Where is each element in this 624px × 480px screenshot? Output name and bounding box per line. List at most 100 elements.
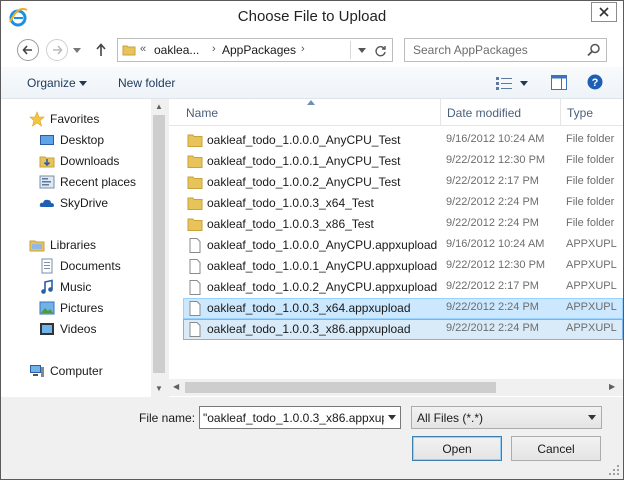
navigation-pane: Favorites Desktop Downloads Recent place… bbox=[1, 99, 167, 397]
forward-arrow-icon bbox=[53, 45, 63, 55]
file-row[interactable]: oakleaf_todo_1.0.0.2_AnyCPU.appxupload 9… bbox=[183, 277, 623, 298]
command-bar: Organize New folder ? bbox=[1, 67, 623, 99]
file-row[interactable]: oakleaf_todo_1.0.0.0_AnyCPU_Test 9/16/20… bbox=[183, 130, 623, 151]
nav-pictures[interactable]: Pictures bbox=[1, 298, 151, 318]
downloads-icon bbox=[39, 156, 55, 168]
forward-button[interactable] bbox=[46, 39, 68, 61]
history-dropdown-icon[interactable] bbox=[73, 48, 81, 53]
nav-label: Downloads bbox=[60, 154, 120, 168]
back-button[interactable] bbox=[17, 39, 39, 61]
nav-label: Computer bbox=[50, 364, 103, 378]
chevron-down-icon[interactable] bbox=[520, 81, 528, 86]
chevron-down-icon bbox=[388, 415, 396, 420]
up-button[interactable] bbox=[93, 41, 109, 59]
file-row[interactable]: oakleaf_todo_1.0.0.3_x64_Test 9/22/2012 … bbox=[183, 193, 623, 214]
file-row-selected[interactable]: oakleaf_todo_1.0.0.3_x64.appxupload 9/22… bbox=[183, 298, 623, 319]
file-row[interactable]: oakleaf_todo_1.0.0.1_AnyCPU.appxupload 9… bbox=[183, 256, 623, 277]
folder-icon bbox=[187, 134, 203, 147]
scroll-up-icon[interactable]: ▲ bbox=[155, 102, 163, 111]
file-date: 9/22/2012 2:24 PM bbox=[446, 322, 539, 334]
nav-recent-places[interactable]: Recent places bbox=[1, 172, 151, 192]
nav-label: Videos bbox=[60, 322, 97, 336]
sort-ascending-icon bbox=[307, 100, 315, 105]
nav-label: Pictures bbox=[60, 301, 104, 315]
file-icon bbox=[189, 280, 201, 295]
file-type: File folder bbox=[566, 217, 615, 229]
address-overflow[interactable]: « bbox=[140, 43, 146, 55]
file-name: oakleaf_todo_1.0.0.3_x86.appxupload bbox=[207, 322, 411, 336]
file-name-field[interactable]: "oakleaf_todo_1.0.0.3_x86.appxupl bbox=[199, 406, 401, 429]
preview-pane-icon[interactable] bbox=[551, 75, 567, 90]
nav-documents[interactable]: Documents bbox=[1, 256, 151, 276]
file-date: 9/22/2012 2:17 PM bbox=[446, 280, 539, 292]
column-type[interactable]: Type bbox=[567, 106, 593, 120]
file-date: 9/16/2012 10:24 AM bbox=[446, 133, 545, 145]
resize-grip-icon[interactable] bbox=[608, 464, 620, 476]
file-row[interactable]: oakleaf_todo_1.0.0.3_x86_Test 9/22/2012 … bbox=[183, 214, 623, 235]
window-title: Choose File to Upload bbox=[237, 8, 387, 25]
scrollbar-thumb[interactable] bbox=[185, 382, 496, 393]
file-type-filter[interactable]: All Files (*.*) bbox=[411, 406, 602, 429]
title-bar: Choose File to Upload bbox=[1, 1, 623, 33]
view-options-icon[interactable] bbox=[496, 76, 512, 90]
column-name[interactable]: Name bbox=[186, 106, 218, 120]
chevron-down-icon[interactable] bbox=[79, 81, 87, 86]
horizontal-scrollbar[interactable]: ◀ ▶ bbox=[169, 379, 623, 396]
file-type: File folder bbox=[566, 133, 615, 145]
search-input[interactable]: Search AppPackages bbox=[404, 38, 607, 62]
address-bar[interactable]: « oaklea... › AppPackages › bbox=[117, 38, 393, 62]
close-button[interactable] bbox=[591, 2, 617, 22]
breadcrumb-oakleaf[interactable]: oaklea... bbox=[154, 43, 199, 57]
column-date-modified[interactable]: Date modified bbox=[447, 106, 521, 120]
pictures-icon bbox=[39, 301, 55, 315]
search-placeholder: Search AppPackages bbox=[413, 43, 528, 57]
help-icon[interactable]: ? bbox=[587, 74, 603, 90]
nav-label: Desktop bbox=[60, 133, 105, 147]
scrollbar-thumb[interactable] bbox=[153, 115, 165, 373]
file-name-value: "oakleaf_todo_1.0.0.3_x86.appxupl bbox=[203, 411, 391, 425]
scroll-down-icon[interactable]: ▼ bbox=[155, 384, 163, 393]
file-name-dropdown-button[interactable] bbox=[384, 407, 400, 428]
file-type: APPXUPL bbox=[566, 238, 617, 250]
nav-computer[interactable]: Computer bbox=[1, 361, 151, 381]
folder-icon bbox=[187, 176, 203, 189]
nav-downloads[interactable]: Downloads bbox=[1, 151, 151, 171]
file-row[interactable]: oakleaf_todo_1.0.0.2_AnyCPU_Test 9/22/20… bbox=[183, 172, 623, 193]
open-button[interactable]: Open bbox=[412, 436, 502, 461]
nav-label: Documents bbox=[60, 259, 121, 273]
up-arrow-icon bbox=[96, 43, 106, 56]
breadcrumb-apppackages[interactable]: AppPackages bbox=[222, 43, 296, 57]
column-divider[interactable] bbox=[440, 99, 441, 125]
folder-icon bbox=[187, 218, 203, 231]
file-type: File folder bbox=[566, 175, 615, 187]
refresh-button[interactable] bbox=[371, 42, 389, 60]
scroll-right-icon[interactable]: ▶ bbox=[609, 382, 615, 391]
address-dropdown-button[interactable] bbox=[355, 43, 369, 57]
search-icon[interactable] bbox=[586, 42, 602, 58]
folder-icon bbox=[187, 155, 203, 168]
file-icon bbox=[189, 238, 201, 253]
column-divider[interactable] bbox=[560, 99, 561, 125]
file-name: oakleaf_todo_1.0.0.3_x64.appxupload bbox=[207, 301, 411, 315]
file-type: APPXUPL bbox=[566, 322, 617, 334]
cancel-button[interactable]: Cancel bbox=[511, 436, 601, 461]
organize-button[interactable]: Organize bbox=[27, 76, 76, 90]
file-row[interactable]: oakleaf_todo_1.0.0.0_AnyCPU.appxupload 9… bbox=[183, 235, 623, 256]
nav-videos[interactable]: Videos bbox=[1, 319, 151, 339]
nav-scrollbar[interactable]: ▲ ▼ bbox=[151, 99, 167, 397]
file-date: 9/22/2012 2:24 PM bbox=[446, 217, 539, 229]
nav-skydrive[interactable]: SkyDrive bbox=[1, 193, 151, 213]
scroll-left-icon[interactable]: ◀ bbox=[173, 382, 179, 391]
music-note-icon bbox=[41, 279, 53, 294]
file-row-selected[interactable]: oakleaf_todo_1.0.0.3_x86.appxupload 9/22… bbox=[183, 319, 623, 340]
file-row[interactable]: oakleaf_todo_1.0.0.1_AnyCPU_Test 9/22/20… bbox=[183, 151, 623, 172]
refresh-icon bbox=[374, 45, 386, 56]
breadcrumb-separator[interactable]: › bbox=[212, 43, 216, 55]
nav-libraries[interactable]: Libraries bbox=[1, 235, 151, 255]
file-icon bbox=[189, 301, 201, 316]
nav-desktop[interactable]: Desktop bbox=[1, 130, 151, 150]
nav-favorites[interactable]: Favorites bbox=[1, 109, 151, 129]
new-folder-button[interactable]: New folder bbox=[118, 76, 175, 90]
nav-music[interactable]: Music bbox=[1, 277, 151, 297]
breadcrumb-separator[interactable]: › bbox=[301, 43, 305, 55]
